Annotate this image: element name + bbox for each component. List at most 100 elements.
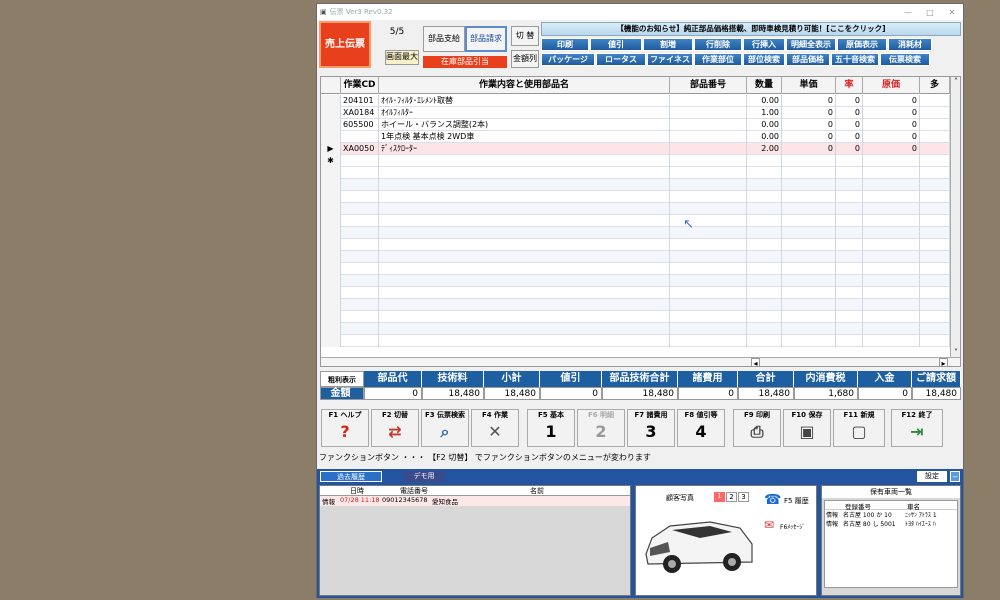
grid-empty-row[interactable] (321, 311, 960, 323)
vehicle-row[interactable]: 情報 名古屋 80 し 5001 ﾄﾖﾀ ﾊｲｴｰｽ ﾊ (825, 519, 957, 528)
parts-pay-button[interactable]: 部品支給 (423, 26, 465, 52)
f5-history-button[interactable]: F5 履歴 (784, 496, 809, 506)
toolbar-button-15[interactable]: 五十音検索 (831, 53, 879, 66)
message-icon[interactable]: ✉ (764, 518, 774, 532)
vehicles-panel: 保有車両一覧 登録番号 車名 情報 名古屋 100 か 10 ﾆｯｻﾝ ｱﾄﾗｽ 1… (821, 485, 961, 596)
grid-empty-row[interactable] (321, 263, 960, 275)
scroll-right-icon[interactable]: ▸ (939, 358, 948, 366)
phone-icon[interactable]: ☎ (764, 492, 781, 508)
minimize-button[interactable]: — (897, 8, 919, 17)
function-key-icon: ▢ (851, 422, 867, 441)
collapse-icon[interactable]: − (950, 471, 960, 482)
grid-row[interactable]: ▶ XA0050 ﾃﾞｨｽｸﾛｰﾀｰ 2.00 0 0 0 (321, 143, 960, 155)
cell-mark (321, 227, 341, 239)
toolbar-button-11[interactable]: ファイネス (647, 53, 693, 66)
photo-page-2[interactable]: 2 (726, 492, 737, 502)
cell-extra (920, 143, 950, 155)
cell-extra (920, 299, 950, 311)
toolbar-button-2[interactable]: 値引 (590, 38, 642, 51)
function-key-f12[interactable]: F12 終了 ⇥ (891, 409, 943, 447)
function-key-f10[interactable]: F10 保存 ▣ (783, 409, 831, 447)
toolbar-button-12[interactable]: 作業部位 (694, 53, 742, 66)
switch-button[interactable]: 切 替 (511, 26, 539, 46)
toolbar-button-9[interactable]: パッケージ (541, 53, 595, 66)
toolbar-button-5[interactable]: 行挿入 (743, 38, 785, 51)
function-key-f2[interactable]: F2 切替 ⇄ (371, 409, 419, 447)
cell-price: 0 (782, 107, 836, 119)
cell-part (670, 143, 747, 155)
toolbar-button-10[interactable]: ロータス (596, 53, 646, 66)
cell-mark (321, 203, 341, 215)
cell-extra (920, 263, 950, 275)
photo-page-3[interactable]: 3 (738, 492, 749, 502)
toolbar-button-13[interactable]: 部位検索 (743, 53, 785, 66)
cell-price (782, 155, 836, 167)
scroll-down-icon[interactable]: ˅ (951, 348, 960, 357)
close-button[interactable]: ✕ (941, 8, 963, 17)
function-key-f3[interactable]: F3 伝票検索 ⌕ (421, 409, 469, 447)
toolbar-button-6[interactable]: 明細全表示 (786, 38, 836, 51)
vertical-scrollbar[interactable]: ˄ ˅ (950, 77, 960, 357)
function-key-f11[interactable]: F11 新規 ▢ (833, 409, 885, 447)
grid-empty-row[interactable] (321, 239, 960, 251)
function-key-f9[interactable]: F9 印刷 ⎙ (733, 409, 781, 447)
cell-cost (863, 191, 920, 203)
function-key-f5[interactable]: F5 基本 1 (527, 409, 575, 447)
grid-row[interactable]: XA0184 ｵｲﾙﾌｨﾙﾀｰ 1.00 0 0 0 (321, 107, 960, 119)
grid-row[interactable]: 605500 ホイール・バランス調整(2本) 0.00 0 0 0 (321, 119, 960, 131)
grid-row[interactable]: 1年点検 基本点検 2WD車 0.00 0 0 0 (321, 131, 960, 143)
maximize-button[interactable]: □ (919, 8, 941, 17)
toolbar-button-4[interactable]: 行削除 (694, 38, 742, 51)
toolbar-button-7[interactable]: 原価表示 (837, 38, 887, 51)
screen-max-button[interactable]: 画面最大 (385, 50, 419, 65)
grid-empty-row[interactable] (321, 203, 960, 215)
scroll-left-icon[interactable]: ◂ (751, 358, 760, 366)
vehicle-row[interactable]: 情報 名古屋 100 か 10 ﾆｯｻﾝ ｱﾄﾗｽ 1 (825, 510, 957, 519)
grid-empty-row[interactable] (321, 227, 960, 239)
f6-message-button[interactable]: F6ﾒｯｾｰｼﾞ (780, 522, 805, 531)
toolbar-button-8[interactable]: 消耗材 (888, 38, 932, 51)
history-row[interactable]: 情報 07/28 11:18 09012345678 愛知食品 (320, 496, 630, 506)
grid-empty-row[interactable] (321, 323, 960, 335)
function-key-f1[interactable]: F1 ヘルプ? (321, 409, 369, 447)
cell-extra (920, 227, 950, 239)
grid-empty-row[interactable] (321, 287, 960, 299)
photo-page-1[interactable]: 1 (714, 492, 725, 502)
grid-empty-row[interactable] (321, 179, 960, 191)
toolbar-button-16[interactable]: 伝票検索 (880, 53, 930, 66)
grid-empty-row[interactable] (321, 215, 960, 227)
grid-row[interactable]: 204101 ｵｲﾙ･ﾌｨﾙﾀ･ｴﾚﾒﾝﾄ取替 0.00 0 0 0 (321, 95, 960, 107)
function-key-f6[interactable]: F6 明細 2 (577, 409, 625, 447)
cell-extra (920, 203, 950, 215)
sales-slip-button[interactable]: 売上伝票 (319, 21, 371, 68)
grid-empty-row[interactable] (321, 191, 960, 203)
grid-empty-row[interactable] (321, 251, 960, 263)
function-key-label: F4 作業 (481, 411, 509, 419)
toolbar-button-1[interactable]: 印刷 (541, 38, 589, 51)
grid-empty-row[interactable] (321, 299, 960, 311)
settings-button[interactable]: 設定 (917, 471, 947, 482)
stock-draw-button[interactable]: 在庫部品引当 (423, 56, 507, 68)
all-amounts-button[interactable]: 金額列 (511, 50, 539, 68)
gross-profit-toggle[interactable]: 粗利表示 (320, 371, 364, 387)
parts-bill-button[interactable]: 部品請求 (465, 26, 507, 52)
grid-empty-row[interactable] (321, 275, 960, 287)
grid-empty-row[interactable] (321, 335, 960, 347)
horizontal-scrollbar[interactable]: ◂ ▸ (321, 357, 960, 366)
grid-row[interactable]: ✱ (321, 155, 960, 167)
function-key-f8[interactable]: F8 値引等 4 (677, 409, 725, 447)
scroll-up-icon[interactable]: ˄ (951, 77, 960, 86)
cell-qty (747, 215, 782, 227)
cell-rate (836, 287, 863, 299)
toolbar-button-3[interactable]: 割増 (643, 38, 693, 51)
function-key-label: F2 切替 (381, 411, 409, 419)
grid-empty-row[interactable] (321, 167, 960, 179)
toolbar-button-14[interactable]: 部品価格 (786, 53, 830, 66)
vehicle-type: 情報 (826, 512, 839, 519)
tab-demo[interactable]: デモ用 (404, 471, 444, 482)
function-key-f7[interactable]: F7 諸費用 3 (627, 409, 675, 447)
total-head-7: 合計 (738, 371, 794, 387)
function-key-f4[interactable]: F4 作業 ✕ (471, 409, 519, 447)
feature-notice-banner[interactable]: 【機能のお知らせ】純正部品価格搭載、即時車検見積り可能！[ここをクリック] (541, 22, 961, 36)
tab-history[interactable]: 過去履歴 (320, 471, 382, 482)
